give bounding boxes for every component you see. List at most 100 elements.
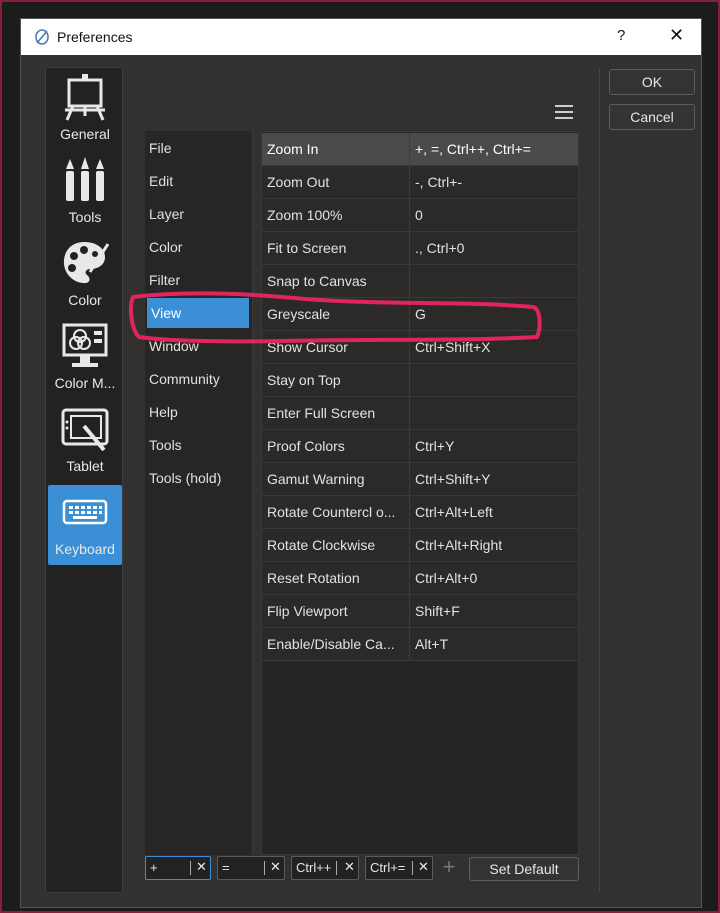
section-item[interactable]: Tools bbox=[145, 430, 251, 460]
table-row[interactable]: Snap to Canvas bbox=[262, 265, 578, 298]
action-cell: Zoom 100% bbox=[262, 199, 410, 232]
key-chip[interactable]: Ctrl+= ✕ bbox=[365, 856, 433, 880]
table-row[interactable]: Proof Colors Ctrl+Y bbox=[262, 430, 578, 463]
category-label: Keyboard bbox=[55, 541, 115, 557]
palette-icon bbox=[63, 242, 110, 284]
keys-cell: Ctrl+Alt+0 bbox=[415, 570, 478, 586]
category-keyboard[interactable]: Keyboard bbox=[48, 485, 122, 565]
key-chip[interactable]: Ctrl++ ✕ bbox=[291, 856, 359, 880]
keys-cell: Ctrl+Shift+Y bbox=[415, 471, 491, 487]
remove-key-icon[interactable]: ✕ bbox=[196, 859, 207, 875]
key-chip[interactable]: = ✕ bbox=[217, 856, 285, 880]
section-item[interactable]: Edit bbox=[145, 166, 251, 196]
table-row[interactable]: Reset Rotation Ctrl+Alt+0 bbox=[262, 562, 578, 595]
app-logo-icon bbox=[31, 26, 53, 48]
keys-cell: Alt+T bbox=[415, 636, 449, 652]
remove-key-icon[interactable]: ✕ bbox=[270, 859, 281, 875]
key-chip-value: Ctrl+= bbox=[370, 860, 406, 875]
table-row-selected[interactable]: Zoom In +, =, Ctrl++, Ctrl+= bbox=[262, 133, 578, 166]
keys-cell bbox=[410, 265, 578, 298]
table-row[interactable]: Greyscale G bbox=[262, 298, 578, 331]
category-label: Tools bbox=[68, 209, 102, 225]
table-row[interactable]: Gamut Warning Ctrl+Shift+Y bbox=[262, 463, 578, 496]
action-cell: Greyscale bbox=[262, 298, 410, 331]
add-key-button[interactable]: + bbox=[439, 856, 459, 878]
help-button[interactable]: ? bbox=[617, 27, 625, 44]
action-cell: Show Cursor bbox=[262, 331, 410, 364]
title-bar: Preferences ? ✕ bbox=[21, 19, 701, 55]
category-color[interactable]: Color bbox=[48, 236, 122, 316]
table-row[interactable]: Zoom 100% 0 bbox=[262, 199, 578, 232]
keys-cell: -, Ctrl+- bbox=[415, 174, 463, 190]
keys-cell: +, =, Ctrl++, Ctrl+= bbox=[415, 141, 531, 157]
easel-icon bbox=[65, 74, 105, 121]
dialog-content: General Tools Color Color M... Tablet Ke… bbox=[21, 55, 701, 907]
table-row[interactable]: Show Cursor Ctrl+Shift+X bbox=[262, 331, 578, 364]
table-row[interactable]: Enable/Disable Ca... Alt+T bbox=[262, 628, 578, 661]
remove-key-icon[interactable]: ✕ bbox=[418, 859, 429, 875]
category-tools[interactable]: Tools bbox=[48, 153, 122, 233]
table-row[interactable]: Stay on Top bbox=[262, 364, 578, 397]
keys-cell bbox=[410, 364, 578, 397]
keys-cell: G bbox=[415, 306, 426, 322]
section-item[interactable]: Community bbox=[145, 364, 251, 394]
table-row[interactable]: Fit to Screen ., Ctrl+0 bbox=[262, 232, 578, 265]
action-cell: Stay on Top bbox=[262, 364, 410, 397]
divider bbox=[599, 67, 600, 893]
hamburger-menu-icon[interactable] bbox=[555, 105, 573, 119]
key-chip-value: = bbox=[222, 860, 230, 875]
keys-cell: Ctrl+Alt+Left bbox=[415, 504, 493, 520]
table-row[interactable]: Rotate Countercl o... Ctrl+Alt+Left bbox=[262, 496, 578, 529]
category-color-management[interactable]: Color M... bbox=[48, 319, 122, 399]
category-sidebar: General Tools Color Color M... Tablet Ke… bbox=[45, 67, 123, 893]
cancel-button[interactable]: Cancel bbox=[609, 104, 695, 130]
keys-cell: Shift+F bbox=[415, 603, 460, 619]
keyboard-icon bbox=[62, 499, 108, 525]
window-title: Preferences bbox=[57, 29, 133, 45]
section-item[interactable]: Help bbox=[145, 397, 251, 427]
key-chip-value: + bbox=[150, 860, 158, 875]
action-cell: Fit to Screen bbox=[262, 232, 410, 265]
keys-cell: Ctrl+Alt+Right bbox=[415, 537, 503, 553]
set-default-button[interactable]: Set Default bbox=[469, 857, 579, 881]
category-label: Tablet bbox=[66, 458, 104, 474]
section-item[interactable]: Color bbox=[145, 232, 251, 262]
action-cell: Zoom In bbox=[262, 133, 410, 166]
keys-cell: Ctrl+Shift+X bbox=[415, 339, 491, 355]
category-label: Color bbox=[68, 292, 102, 308]
keys-cell: 0 bbox=[415, 207, 423, 223]
remove-key-icon[interactable]: ✕ bbox=[344, 859, 355, 875]
table-row[interactable]: Rotate Clockwise Ctrl+Alt+Right bbox=[262, 529, 578, 562]
keys-cell: Ctrl+Y bbox=[415, 438, 455, 454]
category-label: Color M... bbox=[54, 375, 116, 391]
category-general[interactable]: General bbox=[48, 70, 122, 150]
table-row[interactable]: Flip Viewport Shift+F bbox=[262, 595, 578, 628]
category-label: General bbox=[60, 126, 110, 142]
action-cell: Proof Colors bbox=[262, 430, 410, 463]
key-chip[interactable]: + ✕ bbox=[145, 856, 211, 880]
keys-cell bbox=[410, 397, 578, 430]
action-cell: Enable/Disable Ca... bbox=[262, 628, 410, 661]
table-row[interactable]: Zoom Out -, Ctrl+- bbox=[262, 166, 578, 199]
key-chip-value: Ctrl++ bbox=[296, 860, 332, 875]
table-row[interactable]: Enter Full Screen bbox=[262, 397, 578, 430]
section-item[interactable]: File bbox=[145, 133, 251, 163]
shortcut-section-list: File Edit Layer Color Filter View Window… bbox=[145, 131, 253, 855]
section-item[interactable]: Layer bbox=[145, 199, 251, 229]
action-cell: Rotate Countercl o... bbox=[262, 496, 410, 529]
tablet-icon bbox=[61, 408, 109, 452]
section-item[interactable]: Filter bbox=[145, 265, 251, 295]
action-cell: Rotate Clockwise bbox=[262, 529, 410, 562]
section-item[interactable]: Tools (hold) bbox=[145, 463, 251, 493]
ok-button[interactable]: OK bbox=[609, 69, 695, 95]
section-item[interactable]: Window bbox=[145, 331, 251, 361]
category-tablet[interactable]: Tablet bbox=[48, 402, 122, 482]
keys-cell: ., Ctrl+0 bbox=[415, 240, 465, 256]
section-item-active[interactable]: View bbox=[147, 298, 249, 328]
action-cell: Reset Rotation bbox=[262, 562, 410, 595]
action-cell: Flip Viewport bbox=[262, 595, 410, 628]
action-cell: Enter Full Screen bbox=[262, 397, 410, 430]
close-button[interactable]: ✕ bbox=[669, 25, 684, 46]
action-cell: Snap to Canvas bbox=[262, 265, 410, 298]
preferences-dialog: Preferences ? ✕ General Tools Color Colo… bbox=[20, 18, 702, 908]
